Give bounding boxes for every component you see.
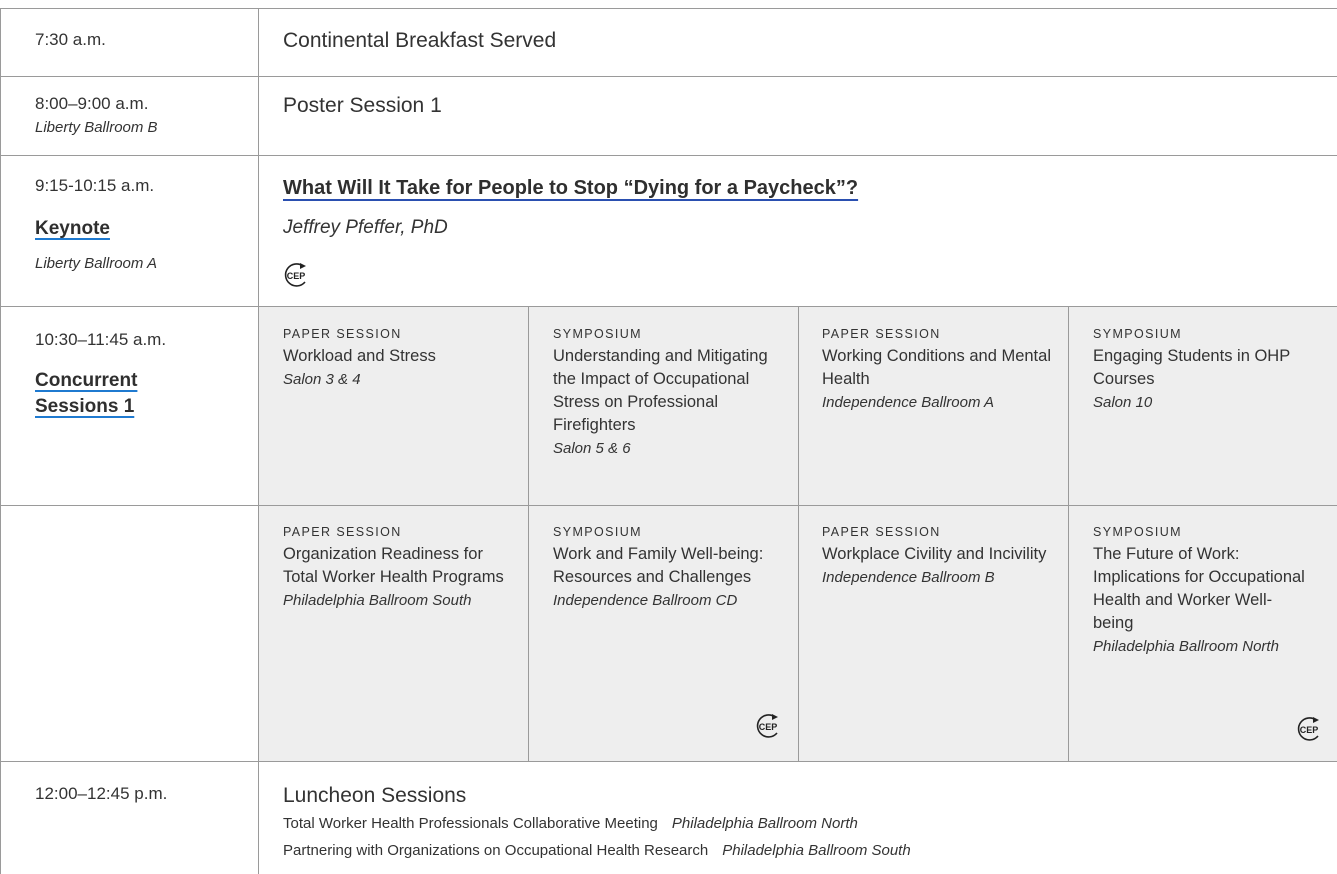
luncheon-title: Luncheon Sessions [283,784,467,807]
row-divider [0,505,1337,506]
luncheon-item: Total Worker Health Professionals Collab… [283,815,858,832]
session-cell: SYMPOSIUM Understanding and Mitigating t… [553,325,778,460]
speaker-name: Jeffrey Pfeffer, PhD [283,217,448,238]
row-divider [0,8,1337,9]
event-title: Continental Breakfast Served [283,29,557,52]
session-kind: SYMPOSIUM [553,327,642,341]
svg-text:CEP: CEP [287,271,306,281]
session-kind: PAPER SESSION [283,327,402,341]
time-label: 7:30 a.m. [35,30,106,49]
time-label: 10:30–11:45 a.m. [35,330,167,349]
session-title: Workload and Stress [283,347,436,365]
session-room: Salon 3 & 4 [283,371,361,388]
column-divider [528,306,529,761]
svg-text:CEP: CEP [759,722,778,732]
session-kind: PAPER SESSION [822,525,941,539]
session-room: Philadelphia Ballroom South [283,592,472,609]
column-divider [0,8,1,874]
row-divider [0,76,1337,77]
concurrent-line-2[interactable]: Sessions 1 [35,396,134,417]
cep-icon: CEP [756,714,778,738]
row-divider [0,155,1337,156]
luncheon-item: Partnering with Organizations on Occupat… [283,842,911,859]
cep-icon: CEP [284,263,306,287]
concurrent-line-1[interactable]: Concurrent [35,370,137,391]
session-title: Engaging Students in OHP Courses [1093,347,1290,388]
keynote-link[interactable]: Keynote [35,216,110,242]
concurrent-sessions-link[interactable]: Concurrent Sessions 1 [35,368,137,420]
svg-text:CEP: CEP [1300,725,1319,735]
session-cell: PAPER SESSION Workplace Civility and Inc… [822,523,1047,589]
session-cell: SYMPOSIUM Work and Family Well-being: Re… [553,523,778,612]
session-cell: PAPER SESSION Workload and Stress Salon … [283,325,513,391]
luncheon-item-title: Partnering with Organizations on Occupat… [283,842,709,859]
time-label: 12:00–12:45 p.m. [35,784,168,803]
session-kind: SYMPOSIUM [1093,525,1182,539]
room-label: Liberty Ballroom A [35,255,157,272]
session-room: Salon 5 & 6 [553,440,631,457]
session-cell: SYMPOSIUM Engaging Students in OHP Cours… [1093,325,1313,414]
row-divider [0,306,1337,307]
session-room: Independence Ballroom A [822,394,995,411]
session-cell: SYMPOSIUM The Future of Work: Implicatio… [1093,523,1308,658]
session-kind: PAPER SESSION [822,327,941,341]
luncheon-item-room: Philadelphia Ballroom North [671,815,858,832]
session-kind: SYMPOSIUM [1093,327,1182,341]
luncheon-item-room: Philadelphia Ballroom South [722,842,911,859]
row-divider [0,761,1337,762]
event-title: Poster Session 1 [283,94,442,117]
session-room: Independence Ballroom B [822,569,995,586]
session-title: The Future of Work: Implications for Occ… [1093,545,1305,632]
column-divider [798,306,799,761]
session-kind: SYMPOSIUM [553,525,642,539]
session-cell: PAPER SESSION Organization Readiness for… [283,523,508,612]
cep-icon: CEP [1297,717,1319,741]
session-room: Independence Ballroom CD [553,592,738,609]
session-title: Workplace Civility and Incivility [822,545,1047,563]
session-title: Understanding and Mitigating the Impact … [553,347,768,434]
keynote-title-link[interactable]: What Will It Take for People to Stop “Dy… [283,177,858,200]
session-title: Work and Family Well-being: Resources an… [553,545,764,586]
session-room: Philadelphia Ballroom North [1093,638,1279,655]
column-divider [258,8,259,874]
time-label: 9:15-10:15 a.m. [35,176,155,195]
luncheon-item-title: Total Worker Health Professionals Collab… [283,815,658,832]
session-title: Organization Readiness for Total Worker … [283,545,504,586]
room-label: Liberty Ballroom B [35,119,158,136]
column-divider [1068,306,1069,761]
session-cell: PAPER SESSION Working Conditions and Men… [822,325,1052,414]
time-label: 8:00–9:00 a.m. [35,94,149,113]
session-kind: PAPER SESSION [283,525,402,539]
session-title: Working Conditions and Mental Health [822,347,1051,388]
session-room: Salon 10 [1093,394,1153,411]
